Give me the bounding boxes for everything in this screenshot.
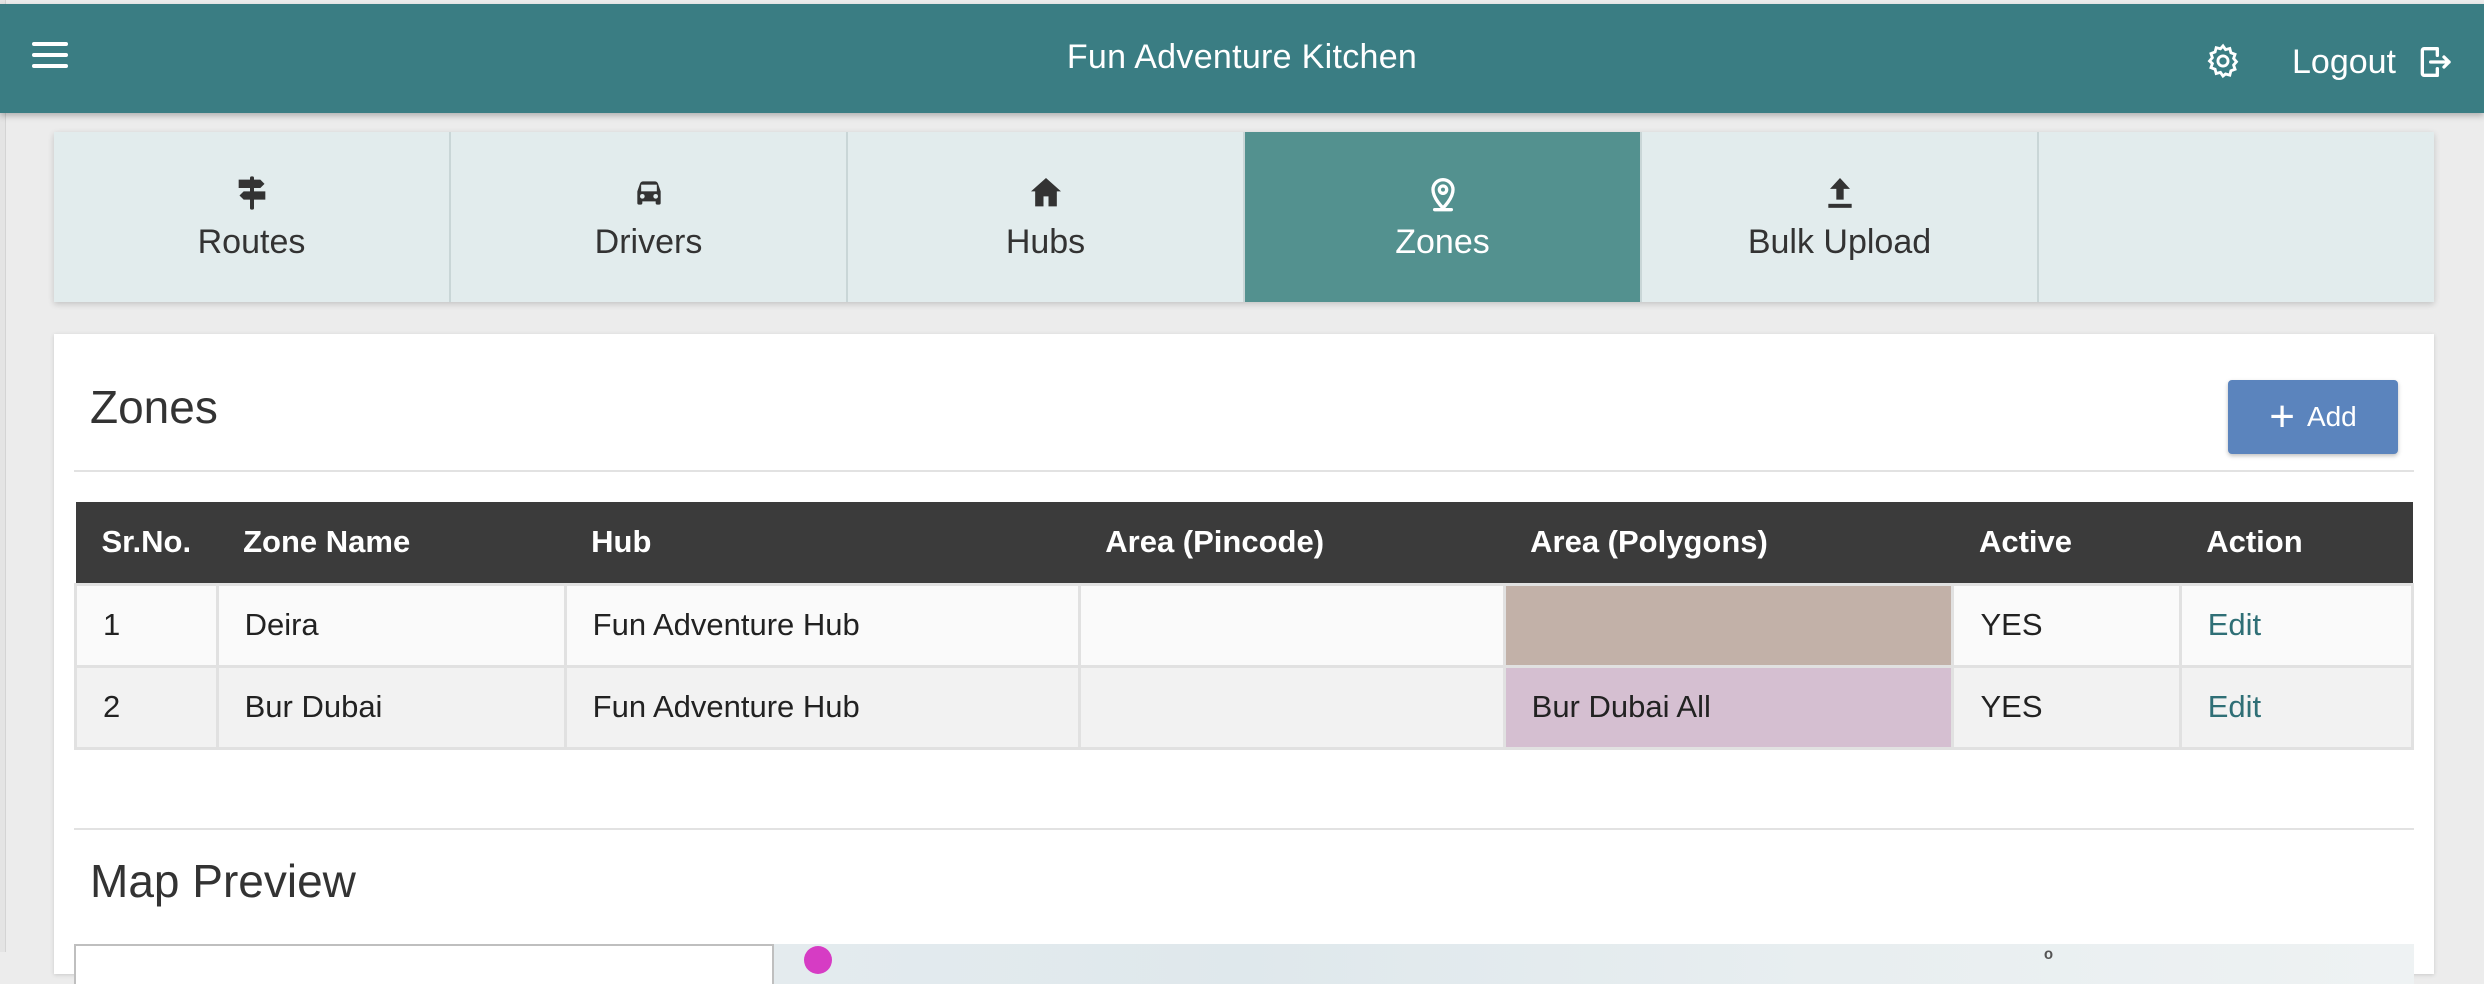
app-title: Fun Adventure Kitchen [1066,38,1418,76]
pincode-cell [1077,582,1506,668]
tab-label: Bulk Upload [1747,222,1932,261]
map-pin-icon [1430,177,1455,211]
logout-icon [2420,47,2451,78]
tab-hubs[interactable]: Hubs [848,132,1245,302]
polygons-cell [1502,582,1955,668]
page-title: Zones [90,381,218,433]
column-header: Area (Pincode) [1079,502,1505,584]
column-header: Action [2180,502,2413,584]
top-app-bar: Fun Adventure Kitchen Logout [0,4,2484,113]
zones-table: Sr.No. Zone Name Hub Area (Pincode) Area… [74,502,2415,750]
car-icon [636,180,661,205]
tab-label: Routes [197,222,306,261]
hub-cell: Fun Adventure Hub [563,582,1081,668]
column-header: Active [1952,502,2181,584]
tab-label: Zones [1395,222,1490,261]
column-header: Area (Polygons) [1504,502,1953,584]
plus-icon: + [2269,392,2295,441]
table-header-row: Sr.No. Zone Name Hub Area (Pincode) Area… [75,502,2413,584]
sr-no-cell: 1 [74,582,219,668]
map-search-input[interactable] [74,944,774,984]
gear-icon[interactable] [2204,42,2242,80]
hub-cell: Fun Adventure Hub [563,664,1081,750]
tab-routes[interactable]: Routes [54,132,451,302]
map-preview[interactable]: ᵒ [74,944,2414,984]
edit-link[interactable]: Edit [2208,607,2261,642]
column-header: Zone Name [217,502,566,584]
action-cell: Edit [2178,582,2415,668]
nav-tabs: Routes Drivers Hubs Zones Bulk Upload [54,132,2434,302]
logout-button[interactable]: Logout [2292,40,2454,84]
home-icon [1030,177,1061,206]
add-button-label: Add [2306,401,2357,432]
column-header: Hub [565,502,1080,584]
divider [74,470,2414,472]
left-edge-strip [0,0,6,952]
edit-link[interactable]: Edit [2208,689,2261,724]
zone-name-cell: Deira [215,582,567,668]
upload-icon [1827,177,1852,208]
polygons-cell: Bur Dubai All [1502,664,1955,750]
logout-label: Logout [2292,42,2396,81]
tab-zones[interactable]: Zones [1245,132,1642,302]
map-place-label: ᵒ [2044,944,2054,969]
active-cell: YES [1951,664,2182,750]
table-row: 1 Deira Fun Adventure Hub YES Edit [74,582,2415,668]
tab-spacer [2039,132,2434,302]
sr-no-cell: 2 [74,664,219,750]
zone-name-cell: Bur Dubai [215,664,567,750]
map-preview-title: Map Preview [90,855,356,907]
action-cell: Edit [2178,664,2415,750]
zones-card: Zones + Add Sr.No. Zone Name Hub Area (P… [54,334,2434,984]
divider [74,828,2414,830]
signpost-icon [238,175,265,210]
column-header: Sr.No. [75,502,218,584]
pincode-cell [1077,664,1506,750]
tab-label: Drivers [594,222,703,261]
map-marker-icon[interactable] [804,946,832,974]
tab-label: Hubs [1005,222,1086,261]
tab-bulk-upload[interactable]: Bulk Upload [1642,132,2039,302]
table-row: 2 Bur Dubai Fun Adventure Hub Bur Dubai … [74,664,2415,750]
tab-drivers[interactable]: Drivers [451,132,848,302]
active-cell: YES [1951,582,2182,668]
add-zone-button[interactable]: + Add [2228,380,2398,454]
